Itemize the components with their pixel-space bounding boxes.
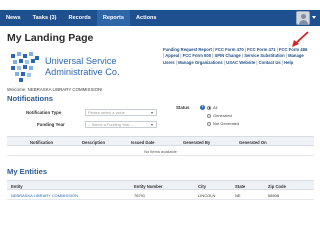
link-fcc-form-470[interactable]: FCC Form 470 (215, 47, 243, 52)
link-spin-change[interactable]: SPIN Change (214, 53, 240, 58)
nav-item-actions[interactable]: Actions (130, 10, 163, 26)
column-description[interactable]: Description (82, 140, 105, 145)
funding-year-select[interactable]: -- Select a Funding Year -- (85, 120, 157, 128)
chevron-down-icon[interactable] (312, 16, 316, 19)
status-option-not-generated: Not Generated (213, 121, 240, 126)
table-row: NEBRASKA LIBRARY COMMISSION 78791 LINCOL… (7, 191, 314, 200)
help-icon[interactable]: ? (200, 105, 205, 110)
nav-item-tasks[interactable]: Tasks (3) (27, 10, 63, 26)
nav-item-records[interactable]: Records (62, 10, 96, 26)
entity-city: LINCOLN (198, 193, 216, 199)
nav-item-reports[interactable]: Reports (96, 10, 130, 26)
entity-number: 78791 (134, 193, 146, 199)
column-entity[interactable]: Entity (11, 184, 23, 189)
link-manage[interactable]: Manage (288, 53, 304, 58)
column-zip-code[interactable]: Zip Code (268, 184, 286, 189)
quick-links: Funding Request Report | FCC Form 470 | … (163, 47, 308, 65)
link-appeal[interactable]: Appeal (165, 53, 179, 58)
link-help[interactable]: Help (284, 60, 293, 65)
column-generated-by[interactable]: Generated By (183, 140, 210, 145)
top-nav: News Tasks (3) Records Reports Actions (0, 10, 320, 26)
notification-type-select[interactable]: Please select a value (85, 108, 157, 116)
link-service-substitution[interactable]: Service Substitution (244, 53, 285, 58)
notification-type-label: Notification Type (26, 110, 62, 115)
link-manage-organizations[interactable]: Manage Organizations (178, 60, 223, 65)
status-radio-all[interactable] (207, 105, 211, 110)
nav-item-news[interactable]: News (0, 10, 27, 26)
column-notification[interactable]: Notification (30, 140, 53, 145)
notifications-table-header: Notification Description Issued Date Gen… (7, 136, 314, 146)
column-state[interactable]: State (235, 184, 245, 189)
status-radio-generated[interactable] (207, 113, 211, 118)
status-option-generated: Generated (213, 113, 232, 118)
column-city[interactable]: City (198, 184, 206, 189)
notifications-empty-row: No items available (7, 147, 314, 156)
column-issued-date[interactable]: Issued Date (131, 140, 155, 145)
entity-zip: 68508 (268, 193, 280, 199)
status-option-all: All (213, 105, 218, 110)
entity-name-link[interactable]: NEBRASKA LIBRARY COMMISSION (11, 193, 78, 198)
column-entity-number[interactable]: Entity Number (134, 184, 163, 189)
page-title: My Landing Page (7, 32, 94, 44)
red-arrow-icon (292, 31, 309, 47)
welcome-text: Welcome, NEBRASKA LIBRARY COMMISSION! (7, 87, 103, 92)
entities-table-header: Entity Entity Number City State Zip Code (7, 180, 314, 190)
logo-line-1: Universal Service (45, 56, 117, 66)
link-contact-us[interactable]: Contact Us (259, 60, 281, 65)
usac-logo: Universal Service Administrative Co. (9, 50, 139, 84)
link-fcc-form-471[interactable]: FCC Form 471 (247, 47, 275, 52)
link-funding-request-report[interactable]: Funding Request Report (163, 47, 212, 52)
link-fcc-form-500[interactable]: FCC Form 500 (183, 53, 211, 58)
usac-logo-mark-icon (11, 52, 39, 82)
empty-message: No items available (144, 149, 177, 155)
entity-state: NE (235, 193, 241, 199)
link-usac-website[interactable]: USAC Website (226, 60, 255, 65)
funding-year-label: Funding Year (37, 122, 65, 127)
notifications-title: Notifications (7, 94, 53, 103)
logo-line-2: Administrative Co. (45, 67, 120, 77)
column-generated-on[interactable]: Generated On (239, 140, 267, 145)
link-users[interactable]: Users (163, 60, 175, 65)
status-label: Status (176, 105, 190, 110)
status-radio-not-generated[interactable] (207, 121, 211, 126)
entities-title: My Entities (7, 167, 48, 176)
user-avatar-icon[interactable] (296, 11, 310, 25)
